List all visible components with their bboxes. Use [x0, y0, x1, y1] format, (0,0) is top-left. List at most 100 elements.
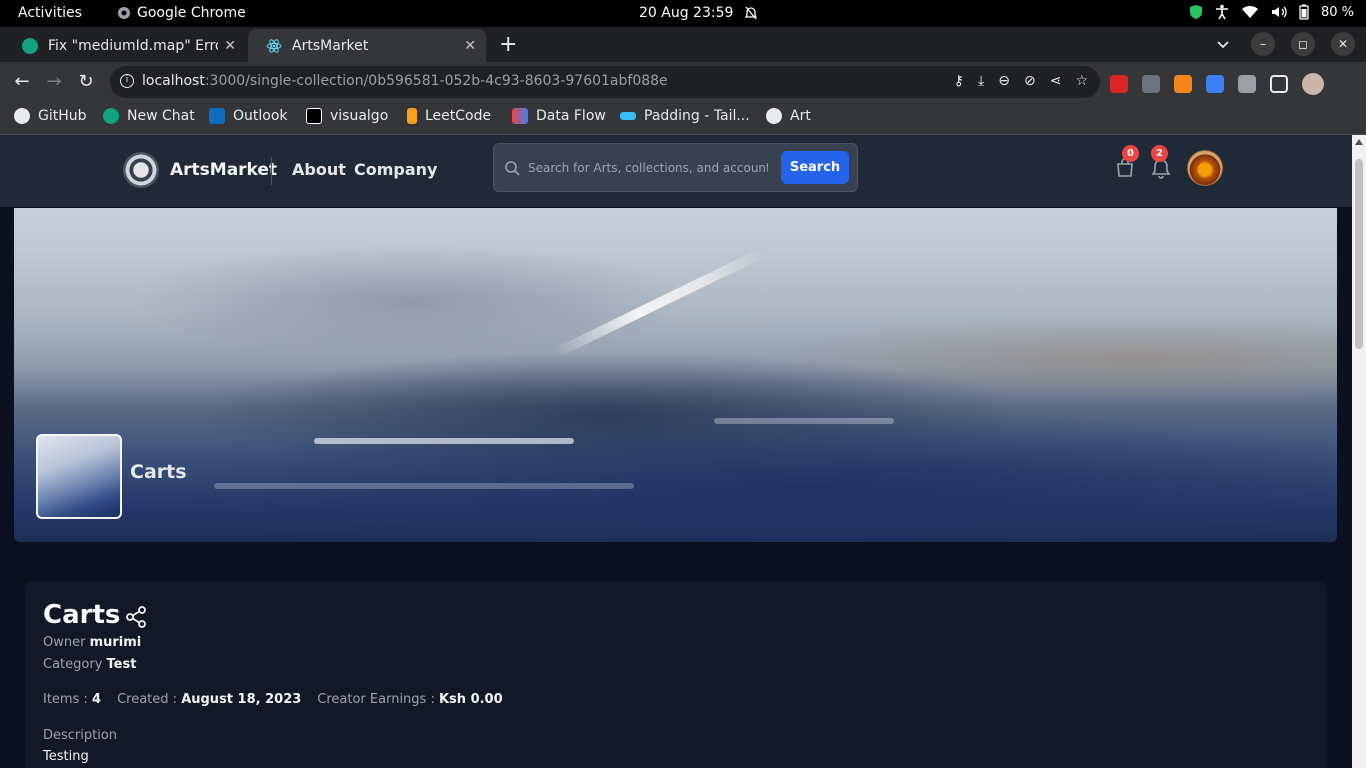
owner-row: Owner murimi [43, 635, 142, 650]
color-picker-icon[interactable] [1142, 75, 1160, 93]
banner-artwork [553, 248, 765, 358]
cart-count-badge: 0 [1122, 145, 1139, 162]
leetcode-icon [407, 108, 417, 124]
category-value: Test [106, 657, 137, 672]
browser-toolbar: ← → ↻ i localhost:3000/single-collection… [0, 62, 1366, 102]
zoom-icon[interactable]: ⊖ [998, 73, 1010, 89]
scroll-up-icon[interactable] [1355, 139, 1363, 145]
search-input[interactable] [528, 156, 768, 180]
url-text: localhost:3000/single-collection/0b59658… [142, 73, 668, 89]
maximize-icon[interactable]: ◻ [1291, 32, 1315, 56]
app-menu[interactable]: Google Chrome [117, 5, 246, 21]
tab-title: Fix "mediumId.map" Error [48, 37, 219, 54]
github-icon [14, 108, 30, 124]
puzzle-icon[interactable] [1238, 75, 1256, 93]
outlook-icon [209, 108, 225, 124]
bookmark-outlook[interactable]: Outlook [209, 108, 288, 124]
profile-avatar[interactable] [1302, 73, 1324, 95]
search-icon [504, 160, 520, 176]
page-scrollbar[interactable] [1352, 135, 1366, 768]
extension-red-icon[interactable] [1110, 75, 1128, 93]
bookmark-new-chat[interactable]: New Chat [103, 108, 195, 124]
accessibility-icon [1215, 4, 1229, 20]
share-icon[interactable] [125, 606, 147, 628]
tab-search-icon[interactable] [1216, 37, 1230, 51]
banner-collection-name: Carts [130, 461, 187, 483]
banner-artwork-detail [714, 418, 894, 424]
collection-banner [14, 208, 1337, 542]
banner-artwork-detail [314, 438, 574, 444]
tab-title: ArtsMarket [292, 37, 369, 54]
bookmark-github[interactable]: GitHub [14, 108, 87, 124]
site-header: ArtsMarket About Company Search 0 2 [0, 135, 1352, 207]
chatgpt-icon [22, 37, 38, 54]
chatgpt-icon [103, 108, 119, 124]
page-viewport: ArtsMarket About Company Search 0 2 Cart… [0, 135, 1352, 768]
activities-button[interactable]: Activities [18, 5, 82, 21]
notification-count-badge: 2 [1151, 145, 1168, 162]
bookmarks-bar: GitHub New Chat Outlook visualgo LeetCod… [0, 102, 1366, 135]
earnings-stat: Creator Earnings : Ksh 0.00 [317, 692, 503, 707]
omnibox-actions: ⚷ ⤓ ⊖ ⊘ ⋖ ☆ [954, 73, 1088, 89]
search-button[interactable]: Search [781, 151, 849, 184]
collection-stats: Items : 4 Created : August 18, 2023 Crea… [43, 692, 503, 707]
system-tray[interactable]: 80 % [1189, 4, 1354, 20]
metamask-icon[interactable] [1174, 75, 1192, 93]
window-close-icon[interactable]: ✕ [1331, 32, 1355, 56]
forward-icon[interactable]: → [43, 71, 65, 92]
brand-logo[interactable] [123, 152, 159, 188]
description-label: Description [43, 728, 118, 743]
collection-thumbnail [36, 434, 122, 519]
data-flow-icon [512, 108, 528, 124]
close-icon[interactable]: ✕ [464, 38, 476, 54]
tab-chatgpt[interactable]: Fix "mediumId.map" Error ✕ [4, 29, 246, 62]
extension-blue-icon[interactable] [1206, 75, 1224, 93]
react-icon [266, 38, 282, 54]
nav-about[interactable]: About [292, 160, 346, 179]
tailwind-icon [620, 112, 636, 120]
battery-level: 80 % [1320, 4, 1354, 20]
banner-artwork-detail [214, 483, 634, 489]
shield-icon [1189, 4, 1203, 20]
description-text: Testing [43, 749, 89, 764]
clock[interactable]: 20 Aug 23:59 [639, 5, 733, 21]
tab-strip: Fix "mediumId.map" Error ✕ ArtsMarket ✕ … [0, 27, 1366, 62]
key-icon[interactable]: ⚷ [954, 73, 964, 89]
site-info-icon[interactable]: i [120, 74, 134, 88]
bookmark-leetcode[interactable]: LeetCode [407, 108, 491, 124]
tab-artsmarket[interactable]: ArtsMarket ✕ [248, 29, 486, 62]
bookmark-data-flow[interactable]: Data Flow [512, 108, 606, 124]
site-search: Search [493, 143, 858, 192]
address-bar[interactable]: i localhost:3000/single-collection/0b596… [110, 66, 1100, 98]
volume-icon [1271, 5, 1287, 19]
owner-name[interactable]: murimi [90, 635, 142, 650]
scrollbar-thumb[interactable] [1355, 159, 1363, 349]
items-stat: Items : 4 [43, 692, 102, 707]
brand-name[interactable]: ArtsMarket [170, 160, 277, 180]
minimize-icon[interactable]: – [1251, 32, 1275, 56]
github-icon [766, 108, 782, 124]
battery-icon [1299, 4, 1309, 20]
bookmark-tailwind[interactable]: Padding - Tail... [620, 108, 750, 124]
side-panel-icon[interactable] [1270, 75, 1288, 93]
close-icon[interactable]: ✕ [224, 38, 236, 54]
collection-title: Carts [43, 600, 121, 630]
nav-company[interactable]: Company [354, 160, 437, 179]
star-icon[interactable]: ☆ [1075, 73, 1088, 89]
app-name: Google Chrome [137, 5, 246, 21]
user-avatar[interactable] [1187, 150, 1223, 186]
back-icon[interactable]: ← [11, 71, 33, 92]
bookmark-visualgo[interactable]: visualgo [306, 108, 388, 124]
chrome-icon [117, 6, 131, 20]
collection-details-card: Carts Owner murimi Category Test Items :… [25, 582, 1326, 768]
share-icon[interactable]: ⋖ [1050, 73, 1062, 89]
extensions-bar [1110, 73, 1324, 95]
visualgo-icon [306, 108, 322, 124]
created-stat: Created : August 18, 2023 [117, 692, 302, 707]
eye-off-icon[interactable]: ⊘ [1024, 73, 1036, 89]
install-icon[interactable]: ⤓ [978, 73, 984, 89]
bookmark-art[interactable]: Art [766, 108, 811, 124]
new-tab-icon[interactable]: + [499, 32, 517, 57]
alarm-off-icon [744, 6, 758, 20]
reload-icon[interactable]: ↻ [75, 71, 97, 92]
